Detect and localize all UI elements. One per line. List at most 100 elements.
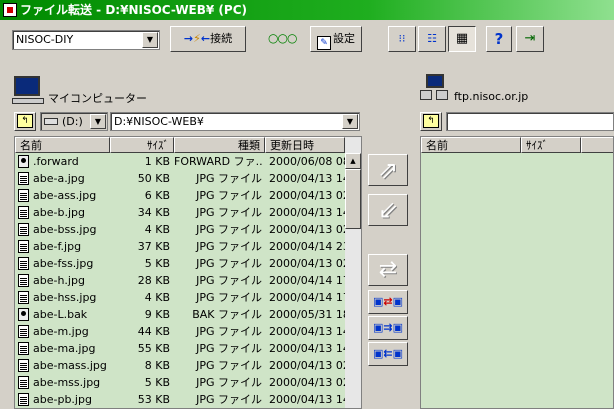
- compare-right-button[interactable]: ▣⇉▣: [368, 316, 408, 340]
- help-button[interactable]: ?: [486, 26, 512, 52]
- local-file-list[interactable]: 名前 ｻｲｽﾞ 種類 更新日時 .forward 1 KB FORWARD ファ..…: [14, 136, 362, 409]
- table-row[interactable]: abe-pb.jpg 53 KB JPG ファイル 2000/04/13 14: [15, 391, 360, 408]
- file-image-icon: [18, 257, 29, 270]
- remote-col-size-header[interactable]: ｻｲｽﾞ: [521, 137, 581, 153]
- col-type-label: 種類: [238, 139, 260, 152]
- col-name-header[interactable]: 名前: [15, 137, 110, 153]
- file-type: JPG ファイル: [196, 359, 262, 372]
- table-row[interactable]: abe-m.jpg 44 KB JPG ファイル 2000/04/13 14: [15, 323, 360, 340]
- file-size: 50 KB: [137, 172, 170, 185]
- table-row[interactable]: abe-a.jpg 50 KB JPG ファイル 2000/04/13 14: [15, 170, 360, 187]
- scroll-thumb[interactable]: [345, 169, 361, 229]
- drive-chevron-down-icon[interactable]: ▼: [90, 114, 106, 129]
- exit-door-icon: ⇥: [524, 31, 536, 46]
- table-row[interactable]: abe-hss.jpg 4 KB JPG ファイル 2000/04/14 17: [15, 289, 360, 306]
- file-image-icon: [18, 342, 29, 355]
- path-chevron-down-icon[interactable]: ▼: [342, 114, 358, 129]
- file-name: .forward: [33, 155, 79, 168]
- exit-button[interactable]: ⇥: [516, 26, 544, 52]
- table-row[interactable]: abe-bss.jpg 4 KB JPG ファイル 2000/04/13 02: [15, 221, 360, 238]
- remote-col-name-header[interactable]: 名前: [421, 137, 521, 153]
- col-size-label: ｻｲｽﾞ: [147, 139, 169, 152]
- computer-icon: [12, 76, 44, 106]
- remote-up-folder-button[interactable]: ↰: [420, 112, 442, 131]
- file-name: abe-bss.jpg: [33, 223, 97, 236]
- remote-path-select[interactable]: [446, 112, 614, 131]
- local-vertical-scrollbar[interactable]: ▲: [345, 137, 361, 408]
- file-name: abe-h.jpg: [33, 274, 85, 287]
- table-row[interactable]: abe-b.jpg 34 KB JPG ファイル 2000/04/13 14: [15, 204, 360, 221]
- col-date-header[interactable]: 更新日時: [265, 137, 345, 153]
- host-select[interactable]: NISOC-DIY ▼: [12, 30, 160, 50]
- network-computer-icon: [420, 74, 450, 104]
- file-date: 2000/04/13 02: [269, 189, 345, 202]
- host-select-value: NISOC-DIY: [16, 33, 74, 46]
- file-size: 37 KB: [137, 240, 170, 253]
- local-path-select[interactable]: D:¥NISOC-WEB¥ ▼: [110, 112, 360, 131]
- table-row[interactable]: abe-h.jpg 28 KB JPG ファイル 2000/04/14 17: [15, 272, 360, 289]
- toolbar: NISOC-DIY ▼ →⚡←接続 ○○○ ✎ 設定 ⁝⁝ ☷ ▦ ? ⇥: [0, 20, 614, 60]
- file-date: 2000/04/14 17: [269, 274, 345, 287]
- col-size-header[interactable]: ｻｲｽﾞ: [110, 137, 174, 153]
- file-image-icon: [18, 274, 29, 287]
- local-path-value: D:¥NISOC-WEB¥: [114, 115, 204, 128]
- file-size: 53 KB: [137, 393, 170, 406]
- view-list-button[interactable]: ☷: [418, 26, 446, 52]
- compare-right-icon: ▣⇉▣: [372, 321, 404, 334]
- sync-button[interactable]: ⇄: [368, 254, 408, 286]
- settings-button[interactable]: ✎ 設定: [310, 26, 362, 52]
- local-up-folder-button[interactable]: ↰: [14, 112, 36, 131]
- file-date: 2000/04/14 17: [269, 291, 345, 304]
- file-type: BAK ファイル: [192, 308, 262, 321]
- col-type-header[interactable]: 種類: [174, 137, 265, 153]
- table-row[interactable]: abe-ma.jpg 55 KB JPG ファイル 2000/04/13 14: [15, 340, 360, 357]
- app-icon[interactable]: [3, 3, 17, 17]
- file-type: FORWARD ファ...: [174, 155, 262, 168]
- remote-file-list[interactable]: 名前 ｻｲｽﾞ: [420, 136, 614, 409]
- file-size: 44 KB: [137, 325, 170, 338]
- file-name: abe-mass.jpg: [33, 359, 107, 372]
- table-row[interactable]: abe-f.jpg 37 KB JPG ファイル 2000/04/14 23: [15, 238, 360, 255]
- file-date: 2000/05/31 18: [269, 308, 345, 321]
- compare-lr-button[interactable]: ▣⇄▣: [368, 290, 408, 314]
- local-drive-select[interactable]: (D:) ▼: [40, 112, 108, 131]
- list-icon: ☷: [427, 32, 437, 45]
- sync-arrows-icon: ⇄: [378, 257, 398, 282]
- remote-col-extra-header[interactable]: [581, 137, 613, 153]
- file-date: 2000/04/13 14: [269, 342, 345, 355]
- compare-left-button[interactable]: ▣⇇▣: [368, 342, 408, 366]
- file-size: 1 KB: [144, 155, 170, 168]
- file-date: 2000/04/13 02: [269, 257, 345, 270]
- file-name: abe-fss.jpg: [33, 257, 94, 270]
- view-small-icons-button[interactable]: ⁝⁝: [388, 26, 416, 52]
- table-row[interactable]: abe-fss.jpg 5 KB JPG ファイル 2000/04/13 02: [15, 255, 360, 272]
- title-bar[interactable]: ファイル転送 - D:¥NISOC-WEB¥ (PC): [0, 0, 614, 20]
- table-row[interactable]: .forward 1 KB FORWARD ファ... 2000/06/08 08: [15, 153, 360, 170]
- table-row[interactable]: abe-mass.jpg 8 KB JPG ファイル 2000/04/13 02: [15, 357, 360, 374]
- file-type: JPG ファイル: [196, 291, 262, 304]
- file-date: 2000/04/13 02: [269, 359, 345, 372]
- plug-icon: ⚡: [193, 32, 201, 45]
- local-title: マイコンピューター: [48, 92, 147, 105]
- file-size: 34 KB: [137, 206, 170, 219]
- file-type: JPG ファイル: [196, 223, 262, 236]
- upload-button[interactable]: ⇗: [368, 154, 408, 186]
- chevron-down-icon[interactable]: ▼: [142, 32, 158, 48]
- file-date: 2000/04/13 14: [269, 206, 345, 219]
- local-pane: マイコンピューター ↰ (D:) ▼ D:¥NISOC-WEB¥ ▼ 名前 ｻｲ…: [0, 60, 362, 409]
- view-details-button[interactable]: ▦: [448, 26, 476, 52]
- up-folder-icon: ↰: [17, 114, 33, 128]
- download-button[interactable]: ⇙: [368, 194, 408, 226]
- file-image-icon: [18, 172, 29, 185]
- connect-button[interactable]: →⚡←接続: [170, 26, 246, 52]
- table-row[interactable]: abe-ass.jpg 6 KB JPG ファイル 2000/04/13 02: [15, 187, 360, 204]
- file-image-icon: [18, 393, 29, 406]
- table-row[interactable]: abe-L.bak 9 KB BAK ファイル 2000/05/31 18: [15, 306, 360, 323]
- help-icon: ?: [494, 30, 504, 48]
- file-generic-icon: [18, 155, 29, 168]
- table-row[interactable]: abe-mss.jpg 5 KB JPG ファイル 2000/04/13 02: [15, 374, 360, 391]
- scroll-up-button[interactable]: ▲: [345, 153, 361, 169]
- file-name: abe-ass.jpg: [33, 189, 97, 202]
- file-date: 2000/04/13 02: [269, 223, 345, 236]
- file-image-icon: [18, 291, 29, 304]
